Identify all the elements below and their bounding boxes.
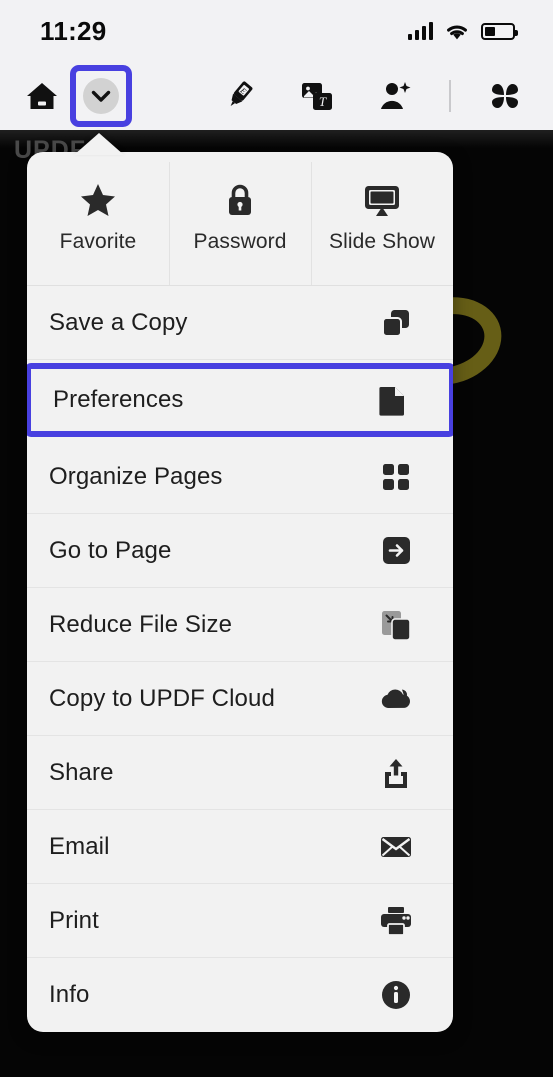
menu-item-reduce-file-size[interactable]: Reduce File Size: [27, 588, 453, 662]
menu-item-label: Share: [49, 758, 114, 786]
menu-items-list: Save a Copy Preferences Organize Pages G…: [27, 285, 453, 1032]
selection-highlight-chevron: [70, 65, 132, 127]
document-page-icon: [375, 383, 409, 417]
highlighter-icon: E: [222, 79, 256, 113]
menu-item-label: Reduce File Size: [49, 610, 233, 638]
menu-item-label: Go to Page: [49, 536, 172, 564]
menu-item-label: Copy to UPDF Cloud: [49, 684, 275, 712]
menu-item-label: Preferences: [53, 386, 184, 413]
menu-item-copy-to-updf-cloud[interactable]: Copy to UPDF Cloud: [27, 662, 453, 736]
menu-header-actions: Favorite Password Slide Show: [27, 152, 453, 285]
menu-item-email[interactable]: Email: [27, 810, 453, 884]
favorite-label: Favorite: [59, 230, 137, 253]
menu-item-label: Save a Copy: [49, 308, 188, 336]
envelope-icon: [379, 830, 413, 864]
document-options-menu: Favorite Password Slide Show Save a Copy…: [27, 152, 453, 1032]
ai-portrait-icon: [378, 79, 412, 113]
battery-icon: [481, 22, 518, 40]
toolbar-right-group: E T: [215, 72, 553, 120]
slide-show-label: Slide Show: [328, 230, 436, 253]
menu-item-go-to-page[interactable]: Go to Page: [27, 514, 453, 588]
info-circle-icon: [379, 978, 413, 1012]
menu-item-info[interactable]: Info: [27, 958, 453, 1032]
ai-button[interactable]: [371, 72, 419, 120]
phone-screen: UPDF 11:29 E T Favorite Password Slide S…: [0, 0, 553, 1077]
app-toolbar: E T: [0, 62, 553, 130]
markup-button[interactable]: E: [215, 72, 263, 120]
star-icon: [80, 183, 116, 217]
menu-item-save-a-copy[interactable]: Save a Copy: [27, 286, 453, 360]
cloud-icon: [379, 682, 413, 716]
toolbar-left-group: [0, 65, 132, 127]
compress-file-icon: [379, 608, 413, 642]
preferences-row-wrapper: Preferences: [27, 360, 453, 440]
slide-show-button[interactable]: Slide Show: [311, 152, 453, 285]
password-button[interactable]: Password: [169, 152, 311, 285]
password-label: Password: [193, 230, 287, 253]
copy-documents-icon: [379, 306, 413, 340]
toolbar-divider: [449, 80, 451, 112]
menu-item-share[interactable]: Share: [27, 736, 453, 810]
menu-caret: [74, 133, 124, 155]
document-menu-button[interactable]: [70, 65, 132, 127]
menu-item-organize-pages[interactable]: Organize Pages: [27, 440, 453, 514]
apps-grid-icon: [489, 80, 521, 112]
menu-item-label: Email: [49, 832, 110, 860]
menu-item-preferences[interactable]: Preferences: [27, 363, 453, 437]
home-button[interactable]: [18, 72, 66, 120]
printer-icon: [379, 904, 413, 938]
grid-pages-icon: [379, 460, 413, 494]
menu-item-label: Organize Pages: [49, 462, 223, 490]
home-icon: [25, 80, 59, 112]
edit-button[interactable]: T: [293, 72, 341, 120]
favorite-button[interactable]: Favorite: [27, 152, 169, 285]
status-bar: 11:29: [0, 0, 553, 62]
menu-item-label: Info: [49, 981, 90, 1008]
wifi-icon: [444, 22, 470, 41]
edit-text-image-icon: T: [300, 79, 334, 113]
share-upload-icon: [379, 756, 413, 790]
menu-item-print[interactable]: Print: [27, 884, 453, 958]
status-time: 11:29: [40, 15, 107, 46]
lock-icon: [225, 183, 255, 217]
cellular-signal-icon: [408, 22, 433, 40]
status-indicators: [408, 22, 518, 41]
arrow-right-box-icon: [379, 534, 413, 568]
svg-text:T: T: [319, 94, 327, 109]
presentation-screen-icon: [363, 183, 401, 217]
apps-grid-button[interactable]: [481, 72, 529, 120]
menu-item-label: Print: [49, 906, 99, 934]
